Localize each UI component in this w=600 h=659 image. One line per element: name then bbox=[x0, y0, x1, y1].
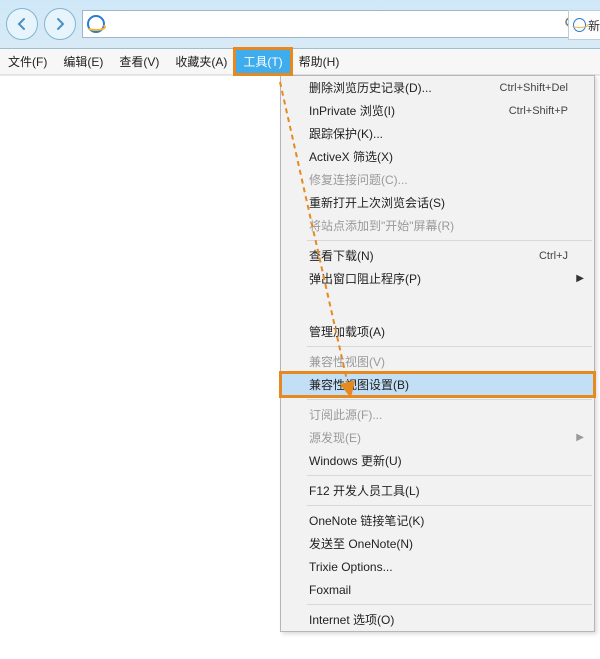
chevron-right-icon: ▶ bbox=[576, 273, 584, 284]
ie-icon bbox=[573, 18, 586, 32]
menu-fix-connection: 修复连接问题(C)... bbox=[281, 168, 594, 191]
menu-f12-devtools[interactable]: F12 开发人员工具(L) bbox=[281, 479, 594, 502]
menu-separator bbox=[307, 240, 592, 241]
menu-windows-update[interactable]: Windows 更新(U) bbox=[281, 449, 594, 472]
menu-separator bbox=[307, 399, 592, 400]
menu-onenote-link[interactable]: OneNote 链接笔记(K) bbox=[281, 509, 594, 532]
back-button[interactable] bbox=[6, 8, 38, 40]
menu-file[interactable]: 文件(F) bbox=[0, 49, 55, 74]
menu-trixie-options[interactable]: Trixie Options... bbox=[281, 555, 594, 578]
menu-inprivate[interactable]: InPrivate 浏览(I) Ctrl+Shift+P bbox=[281, 99, 594, 122]
menu-activex-filter[interactable]: ActiveX 筛选(X) bbox=[281, 145, 594, 168]
menu-separator bbox=[307, 505, 592, 506]
tools-dropdown: 删除浏览历史记录(D)... Ctrl+Shift+Del InPrivate … bbox=[280, 75, 595, 632]
arrow-left-icon bbox=[15, 17, 29, 31]
menubar: 文件(F) 编辑(E) 查看(V) 收藏夹(A) 工具(T) 帮助(H) bbox=[0, 49, 600, 75]
chevron-right-icon: ▶ bbox=[576, 432, 584, 443]
menu-help[interactable]: 帮助(H) bbox=[291, 49, 348, 74]
menu-edit[interactable]: 编辑(E) bbox=[55, 49, 111, 74]
menu-delete-history[interactable]: 删除浏览历史记录(D)... Ctrl+Shift+Del bbox=[281, 76, 594, 99]
menu-subscribe-feed: 订阅此源(F)... bbox=[281, 403, 594, 426]
browser-tab[interactable]: 新 bbox=[568, 10, 600, 40]
arrow-right-icon bbox=[53, 17, 67, 31]
menu-internet-options[interactable]: Internet 选项(O) bbox=[281, 608, 594, 631]
tab-label: 新 bbox=[588, 17, 600, 34]
menu-reopen-session[interactable]: 重新打开上次浏览会话(S) bbox=[281, 191, 594, 214]
menu-compat-view: 兼容性视图(V) bbox=[281, 350, 594, 373]
menu-view[interactable]: 查看(V) bbox=[111, 49, 167, 74]
menu-separator bbox=[307, 346, 592, 347]
menu-send-to-onenote[interactable]: 发送至 OneNote(N) bbox=[281, 532, 594, 555]
menu-obscured-item[interactable] bbox=[281, 290, 594, 320]
menu-compat-view-settings[interactable]: 兼容性视图设置(B) bbox=[280, 372, 595, 397]
forward-button[interactable] bbox=[44, 8, 76, 40]
ie-icon bbox=[87, 15, 105, 33]
menu-favorites[interactable]: 收藏夹(A) bbox=[167, 49, 235, 74]
menu-feed-discovery: 源发现(E) ▶ bbox=[281, 426, 594, 449]
menu-view-downloads[interactable]: 查看下载(N) Ctrl+J bbox=[281, 244, 594, 267]
menu-tracking-protection[interactable]: 跟踪保护(K)... bbox=[281, 122, 594, 145]
menu-separator bbox=[307, 604, 592, 605]
menu-tools[interactable]: 工具(T) bbox=[235, 49, 290, 74]
menu-manage-addons[interactable]: 管理加载项(A) bbox=[281, 320, 594, 343]
titlebar: ▾ 新 bbox=[0, 0, 600, 49]
menu-add-to-start: 将站点添加到"开始"屏幕(R) bbox=[281, 214, 594, 237]
menu-popup-blocker[interactable]: 弹出窗口阻止程序(P) ▶ bbox=[281, 267, 594, 290]
menu-separator bbox=[307, 475, 592, 476]
menu-foxmail[interactable]: Foxmail bbox=[281, 578, 594, 601]
address-bar[interactable]: ▾ bbox=[82, 10, 594, 38]
